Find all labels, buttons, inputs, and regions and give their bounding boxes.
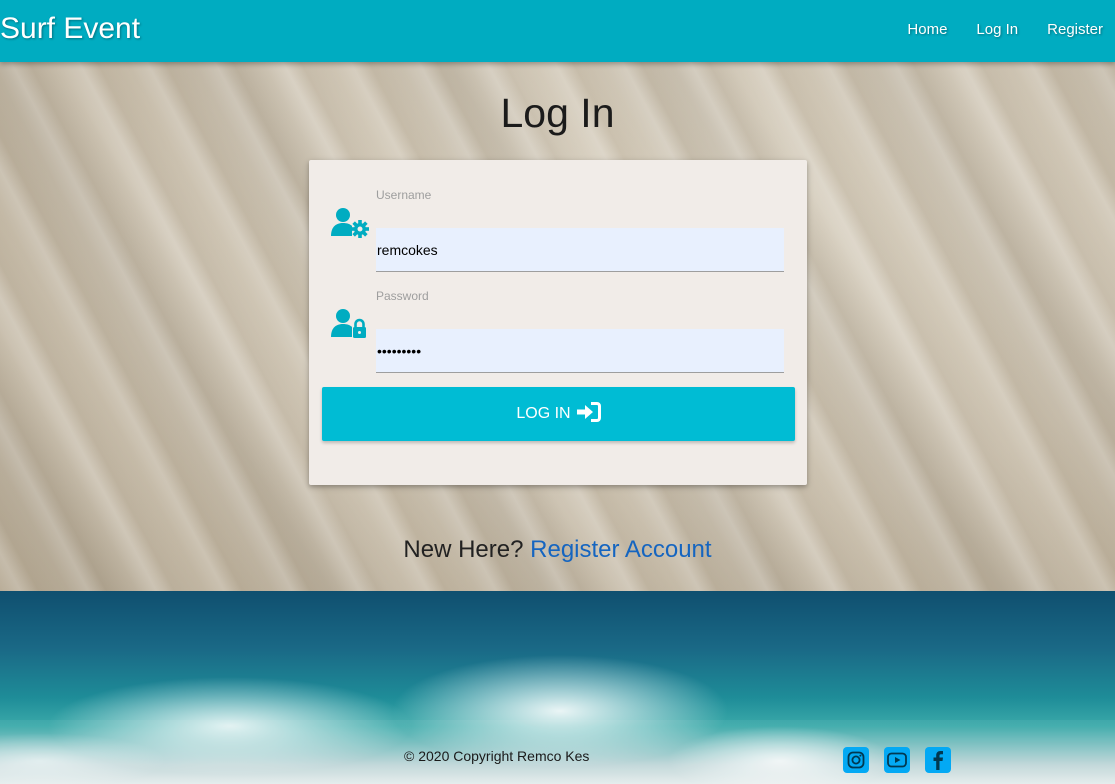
username-input[interactable] (376, 228, 784, 272)
page-title: Log In (500, 90, 615, 136)
sign-in-icon (576, 401, 601, 427)
nav-register[interactable]: Register (1047, 21, 1103, 38)
instagram-icon[interactable] (843, 747, 869, 773)
social-links (843, 747, 951, 773)
password-field: Password (331, 289, 784, 373)
copyright-text: © 2020 Copyright Remco Kes (404, 748, 590, 764)
password-label: Password (376, 289, 429, 303)
username-label: Username (376, 188, 432, 202)
username-field: Username (331, 188, 784, 272)
login-button[interactable]: Log In (322, 387, 795, 441)
login-card: Username Password Log In (309, 160, 807, 485)
login-button-label: Log In (516, 405, 571, 422)
user-lock-icon (331, 307, 371, 339)
register-prompt: New Here? Register Account (0, 536, 1115, 564)
register-prompt-text: New Here? (403, 536, 524, 563)
facebook-icon[interactable] (925, 747, 951, 773)
register-account-link[interactable]: Register Account (530, 536, 711, 563)
brand-logo[interactable]: Surf Event (0, 12, 140, 46)
nav-login[interactable]: Log In (976, 21, 1018, 38)
navbar: Surf Event Home Log In Register (0, 0, 1115, 62)
nav-home[interactable]: Home (907, 21, 947, 38)
youtube-icon[interactable] (884, 747, 910, 773)
user-gear-icon (331, 206, 371, 238)
nav-links: Home Log In Register (907, 21, 1103, 38)
password-input[interactable] (376, 329, 784, 373)
